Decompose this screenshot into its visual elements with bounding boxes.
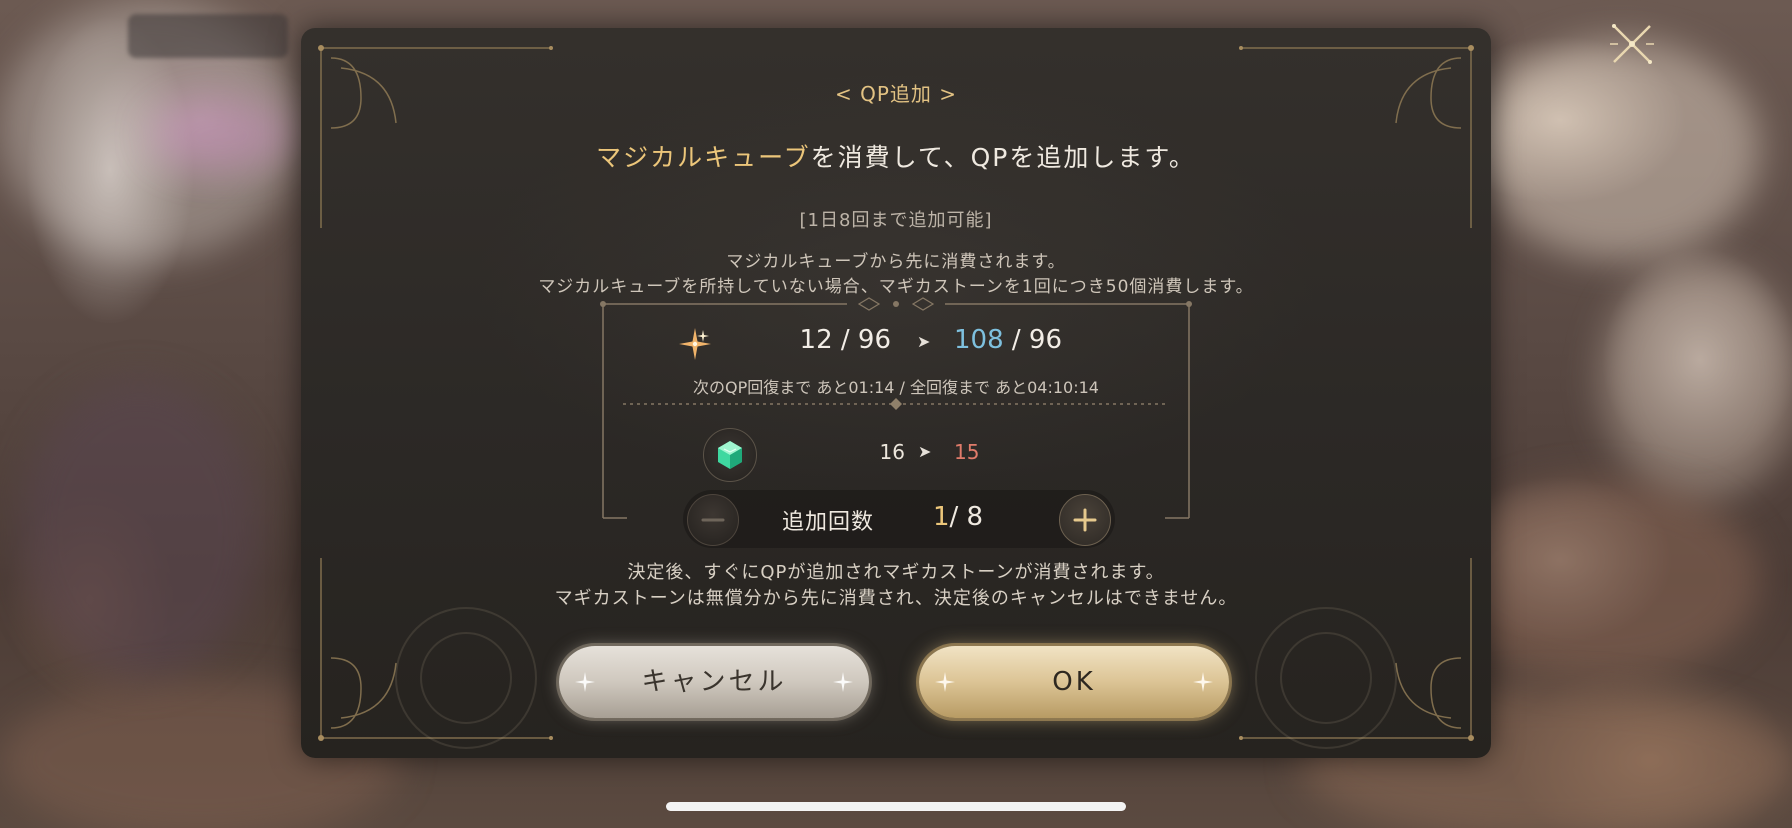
magical-cube-badge bbox=[703, 428, 757, 482]
game-screen: < QP追加 > マジカルキューブを消費して、QPを追加します。 [1日8回まで… bbox=[0, 0, 1792, 828]
cube-next-value: 15 bbox=[954, 440, 980, 464]
add-count-label: 追加回数 bbox=[781, 510, 874, 535]
add-count-stepper bbox=[683, 490, 1115, 548]
background-hud-badge bbox=[128, 14, 288, 58]
warning-note-1: 決定後、すぐにQPが追加されマギカストーンが消費されます。 bbox=[627, 562, 1165, 583]
dialog-title: < QP追加 > bbox=[834, 82, 958, 106]
info-panel-frame bbox=[600, 297, 1192, 519]
sparkle-icon bbox=[1193, 672, 1213, 692]
warning-note-2: マギカストーンは無償分から先に消費され、決定後のキャンセルはできません。 bbox=[554, 588, 1238, 609]
sparkle-icon bbox=[575, 672, 595, 692]
qp-max-value: / 96 bbox=[1003, 325, 1063, 355]
background-blur bbox=[1600, 260, 1792, 500]
headline-text: を消費して、QPを追加します。 bbox=[810, 143, 1196, 172]
ok-button[interactable]: OK bbox=[919, 646, 1229, 718]
description-line-1: マジカルキューブから先に消費されます。 bbox=[726, 252, 1066, 272]
cube-current-value: 16 bbox=[879, 440, 905, 464]
cancel-button-label: キャンセル bbox=[641, 667, 787, 697]
decrease-button[interactable] bbox=[687, 494, 739, 546]
sparkle-icon bbox=[833, 672, 853, 692]
increase-button[interactable] bbox=[1059, 494, 1111, 546]
background-blur bbox=[20, 380, 260, 680]
recovery-timer: 次のQP回復まで あと01:14 / 全回復まで あと04:10:14 bbox=[693, 378, 1099, 397]
sparkle-icon bbox=[935, 672, 955, 692]
sparkle-icon bbox=[679, 328, 711, 360]
close-button[interactable] bbox=[1604, 16, 1660, 72]
home-indicator[interactable] bbox=[666, 802, 1126, 811]
qp-add-dialog: < QP追加 > マジカルキューブを消費して、QPを追加します。 [1日8回まで… bbox=[301, 28, 1491, 758]
arrow-right-icon: ➤ bbox=[918, 442, 932, 461]
background-blur bbox=[150, 100, 290, 170]
cancel-button[interactable]: キャンセル bbox=[559, 646, 869, 718]
arrow-right-icon: ➤ bbox=[917, 332, 931, 351]
add-count-current: 1 bbox=[932, 502, 950, 532]
ok-button-label: OK bbox=[1052, 667, 1096, 697]
add-count-value: 1/ 8 bbox=[913, 502, 1003, 532]
dialog-headline: マジカルキューブを消費して、QPを追加します。 bbox=[301, 138, 1491, 174]
close-x-icon bbox=[1610, 24, 1654, 64]
qp-next-value: 108 / 96 bbox=[954, 325, 1094, 355]
minus-icon bbox=[701, 518, 725, 522]
magical-cube-icon bbox=[718, 441, 742, 469]
qp-new-value: 108 bbox=[954, 325, 1004, 355]
daily-limit-note: [1日8回まで追加可能] bbox=[799, 210, 993, 231]
description-line-2: マジカルキューブを所持していない場合、マギカストーンを1回につき50個消費します… bbox=[538, 277, 1254, 297]
background-blur bbox=[1480, 40, 1760, 260]
headline-highlight: マジカルキューブ bbox=[596, 143, 811, 172]
add-count-max: / 8 bbox=[949, 502, 984, 532]
qp-current-value: 12 / 96 bbox=[799, 325, 891, 355]
plus-icon bbox=[1073, 508, 1097, 532]
